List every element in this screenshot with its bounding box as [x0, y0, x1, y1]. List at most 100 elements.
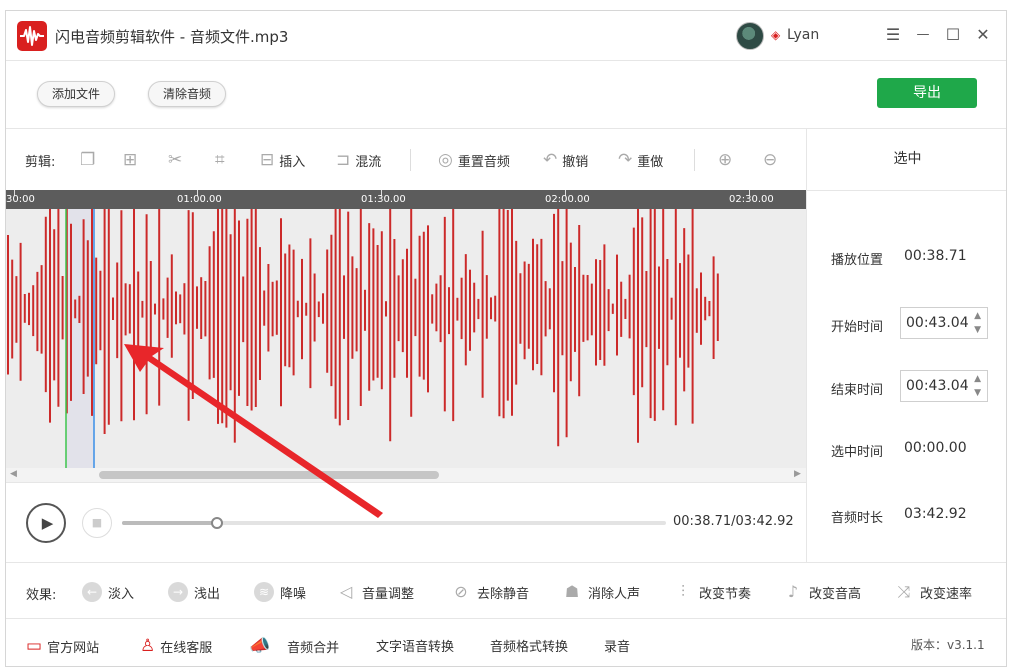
time-ruler[interactable]: 30:00 01:00.00 01:30.00 02:00.00 02:30.0… [6, 190, 806, 209]
selection-panel: 选中 播放位置 00:38.71 开始时间 00:43.04 ▲ ▼ 结束时间 … [806, 128, 1006, 562]
format-convert-link[interactable]: 音频格式转换 [490, 636, 568, 655]
footer-bar: ▭ 官方网站 ♙ 在线客服 📣 音频合并 文字语音转换 音频格式转换 录音 版本：v3… [6, 618, 1006, 666]
sliders-icon: ⫶ [680, 582, 685, 601]
effects-bar: 效果: ← 淡入 → 浅出 ≋ 降噪 ◁ 音量调整 ⊘ 去除静音 ☗ 消除人声 ⫶ 改变节奏 … [6, 562, 1006, 618]
remove-silence-label: 去除静音 [477, 586, 530, 602]
start-time-value: 00:43.04 [906, 315, 969, 331]
mute-icon: ⊘ [454, 582, 468, 601]
service-link[interactable]: ♙ 在线客服 [140, 636, 212, 656]
toolbar-label: 剪辑: [25, 154, 56, 170]
tempo-button[interactable]: ⫶ 改变节奏 [673, 582, 751, 602]
edit-toolbar: 剪辑: ❐ ⊞ ✂ ⌗ ⊟ 插入 ⊐ 混流 ◎ 重置音频 ↶ 撤销 ↷ 重做 ⊕ ⊖ [6, 128, 806, 190]
toolbar-divider [410, 149, 411, 171]
scroll-right-icon[interactable]: ▶ [794, 469, 801, 479]
stop-icon: ■ [91, 516, 103, 529]
reset-audio-button[interactable]: ◎ 重置音频 [438, 150, 510, 170]
play-position-value: 00:38.71 [904, 248, 967, 264]
effects-label: 效果: [26, 588, 57, 603]
app-window: 闪电音频剪辑软件 - 音频文件.mp3 ◈ Lyan ☰ — ☐ ✕ 添加文件 … [5, 10, 1007, 667]
remove-vocals-button[interactable]: ☗ 消除人声 [562, 582, 640, 602]
insert-icon: ⊟ [260, 150, 275, 170]
redo-icon: ↷ [618, 150, 633, 170]
megaphone-icon: 📣 [249, 636, 271, 656]
website-link[interactable]: ▭ 官方网站 [26, 636, 99, 656]
shuffle-icon: ⤨ [897, 582, 911, 601]
progress-knob[interactable] [210, 517, 223, 529]
volume-button[interactable]: ◁ 音量调整 [336, 582, 414, 602]
progress-fill [122, 521, 217, 525]
title-bar: 闪电音频剪辑软件 - 音频文件.mp3 ◈ Lyan ☰ — ☐ ✕ [6, 11, 1006, 61]
export-button[interactable]: 导出 [877, 78, 977, 108]
playback-progress[interactable] [122, 517, 666, 529]
ruler-tick-label: 02:30.00 [729, 194, 774, 205]
horizontal-scrollbar[interactable]: ◀ ▶ [6, 468, 806, 482]
vip-diamond-icon: ◈ [771, 28, 781, 42]
merge-link[interactable]: 📣 音频合并 [249, 636, 339, 656]
user-name[interactable]: Lyan [787, 27, 819, 43]
spin-down-icon[interactable]: ▼ [974, 388, 981, 398]
tempo-label: 改变节奏 [699, 586, 752, 602]
selected-time-value: 00:00.00 [904, 440, 967, 456]
user-avatar[interactable] [736, 22, 764, 50]
fade-in-button[interactable]: ← 淡入 [82, 582, 134, 602]
denoise-icon: ≋ [254, 582, 274, 602]
mix-button[interactable]: ⊐ 混流 [336, 150, 381, 170]
version-label: 版本：v3.1.1 [911, 638, 985, 652]
zoom-in-icon[interactable]: ⊕ [718, 150, 732, 170]
undo-icon: ↶ [543, 150, 558, 170]
scroll-left-icon[interactable]: ◀ [10, 469, 17, 479]
undo-button[interactable]: ↶ 撤销 [543, 150, 588, 170]
website-label: 官方网站 [47, 640, 100, 656]
spin-up-icon[interactable]: ▲ [974, 311, 981, 321]
pitch-label: 改变音高 [809, 586, 862, 602]
people-icon: ☗ [564, 582, 580, 601]
remove-silence-button[interactable]: ⊘ 去除静音 [451, 582, 529, 602]
end-time-value: 00:43.04 [906, 378, 969, 394]
spin-down-icon[interactable]: ▼ [974, 325, 981, 335]
start-time-input[interactable]: 00:43.04 ▲ ▼ [900, 307, 988, 339]
insert-button[interactable]: ⊟ 插入 [260, 150, 305, 170]
denoise-button[interactable]: ≋ 降噪 [254, 582, 306, 602]
time-readout: 00:38.71/03:42.92 [673, 514, 794, 529]
record-link[interactable]: 录音 [604, 636, 630, 655]
speed-button[interactable]: ⤨ 改变速率 [894, 582, 972, 602]
waveform [7, 209, 719, 468]
pitch-button[interactable]: ♪ 改变音高 [783, 582, 861, 602]
fade-out-icon: → [168, 582, 188, 602]
insert-label: 插入 [279, 154, 306, 170]
fade-out-button[interactable]: → 浅出 [168, 582, 220, 602]
music-note-icon: ♪ [787, 582, 799, 601]
crop-icon[interactable]: ⌗ [215, 150, 225, 170]
add-file-button[interactable]: 添加文件 [37, 81, 116, 107]
tts-link[interactable]: 文字语音转换 [376, 636, 454, 655]
waveform-canvas[interactable] [6, 209, 806, 468]
duration-value: 03:42.92 [904, 506, 967, 522]
clear-audio-button[interactable]: 清除音频 [148, 81, 227, 107]
minimize-button[interactable]: — [911, 23, 935, 47]
stop-button[interactable]: ■ [82, 508, 112, 538]
mix-label: 混流 [355, 154, 382, 170]
mix-icon: ⊐ [336, 150, 351, 170]
volume-label: 音量调整 [362, 586, 415, 602]
copy-icon[interactable]: ❐ [80, 150, 95, 170]
start-time-label: 开始时间 [831, 320, 884, 335]
monitor-icon: ▭ [26, 636, 43, 656]
scrollbar-thumb[interactable] [99, 471, 439, 479]
waveform-logo-icon [17, 21, 47, 51]
maximize-button[interactable]: ☐ [941, 23, 965, 47]
spin-up-icon[interactable]: ▲ [974, 374, 981, 384]
duration-label: 音频时长 [831, 511, 884, 526]
paste-icon[interactable]: ⊞ [123, 150, 137, 170]
reset-icon: ◎ [438, 150, 453, 170]
menu-button[interactable]: ☰ [881, 23, 905, 47]
play-button[interactable]: ▶ [26, 503, 66, 543]
denoise-label: 降噪 [280, 586, 307, 602]
close-button[interactable]: ✕ [971, 23, 995, 47]
end-time-input[interactable]: 00:43.04 ▲ ▼ [900, 370, 988, 402]
window-title: 闪电音频剪辑软件 - 音频文件.mp3 [55, 28, 289, 46]
redo-button[interactable]: ↷ 重做 [618, 150, 663, 170]
zoom-out-icon[interactable]: ⊖ [763, 150, 777, 170]
fade-out-label: 浅出 [194, 586, 221, 602]
cut-icon[interactable]: ✂ [168, 150, 182, 170]
end-time-label: 结束时间 [831, 383, 884, 398]
